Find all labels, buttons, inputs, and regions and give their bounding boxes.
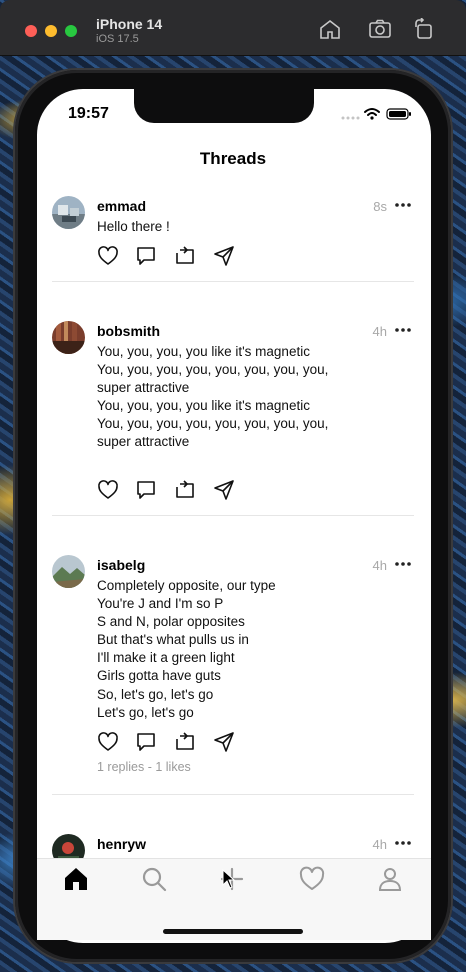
avatar[interactable] (52, 321, 85, 354)
send-icon[interactable] (213, 731, 235, 753)
battery-icon (386, 108, 411, 120)
post-username[interactable]: henryw (97, 836, 146, 852)
repost-icon[interactable] (174, 245, 196, 267)
home-icon[interactable] (318, 18, 342, 40)
heart-icon[interactable] (298, 865, 326, 893)
post-body: Hello there ! (97, 218, 397, 236)
status-icons (340, 107, 412, 121)
status-time: 19:57 (68, 105, 109, 122)
more-options-icon[interactable] (393, 321, 413, 339)
send-icon[interactable] (213, 479, 235, 501)
post-body: You, you, you, you like it's magnetic Yo… (97, 343, 397, 452)
post-line: Let's go, let's go (97, 704, 194, 720)
post-line: super attractive (97, 434, 190, 450)
home-indicator[interactable] (163, 929, 303, 934)
rotate-icon[interactable] (412, 17, 436, 40)
repost-icon[interactable] (174, 479, 196, 501)
post-line: You, you, you, you like it's magnetic (97, 344, 310, 359)
avatar[interactable] (52, 834, 85, 858)
close-window-button[interactable] (25, 25, 37, 37)
thread-post[interactable]: emmad 8s Hello there ! (37, 180, 431, 282)
thread-post[interactable]: henryw 4h (37, 818, 431, 858)
post-username[interactable]: emmad (97, 198, 146, 214)
post-username[interactable]: bobsmith (97, 323, 160, 339)
home-icon[interactable] (62, 865, 90, 893)
post-stats[interactable]: 1 replies - 1 likes (97, 760, 191, 774)
comment-icon[interactable] (135, 731, 157, 753)
heart-icon[interactable] (97, 245, 119, 267)
notch (134, 89, 314, 123)
device-name: iPhone 14 (96, 16, 163, 32)
heart-icon[interactable] (97, 479, 119, 501)
post-body: Completely opposite, our type You're J a… (97, 577, 397, 722)
wifi-icon (364, 108, 380, 116)
post-line: So, let's go, let's go (97, 686, 214, 702)
avatar[interactable] (52, 196, 85, 229)
post-line: You, you, you, you, you, you, you, you, (97, 362, 329, 378)
heart-icon[interactable] (97, 731, 119, 753)
comment-icon[interactable] (135, 245, 157, 267)
post-line: You, you, you, you like it's magnetic (97, 398, 310, 414)
post-username[interactable]: isabelg (97, 557, 145, 573)
repost-icon[interactable] (174, 731, 196, 753)
more-options-icon[interactable] (393, 834, 413, 852)
post-divider (52, 794, 414, 795)
post-divider (52, 515, 414, 516)
post-divider (52, 281, 414, 282)
thread-post[interactable]: bobsmith 4h You, you, you, you like it's… (37, 305, 431, 516)
minimize-window-button[interactable] (45, 25, 57, 37)
post-time: 8s (373, 199, 387, 214)
comment-icon[interactable] (135, 479, 157, 501)
post-line: You're J and I'm so P (97, 596, 224, 612)
zoom-window-button[interactable] (65, 25, 77, 37)
post-line: Completely opposite, our type (97, 578, 276, 593)
post-line: I'll make it a green light (97, 650, 235, 666)
search-icon[interactable] (140, 865, 168, 893)
send-icon[interactable] (213, 245, 235, 267)
more-options-icon[interactable] (393, 555, 413, 573)
signal-icon (341, 116, 360, 120)
mouse-cursor-icon (222, 868, 236, 889)
post-line: Hello there ! (97, 219, 170, 234)
more-options-icon[interactable] (393, 196, 413, 214)
post-time: 4h (372, 837, 387, 852)
post-time: 4h (372, 324, 387, 339)
post-line: super attractive (97, 380, 190, 396)
post-line: You, you, you, you, you, you, you, you, (97, 416, 329, 432)
post-line: Girls gotta have guts (97, 668, 221, 684)
threads-feed[interactable]: emmad 8s Hello there ! bobsmith 4h You, … (37, 180, 431, 858)
post-line: S and N, polar opposites (97, 614, 245, 630)
thread-post[interactable]: isabelg 4h Completely opposite, our type… (37, 539, 431, 795)
profile-icon[interactable] (376, 865, 404, 893)
simulator-title-bar: iPhone 14 iOS 17.5 (0, 0, 466, 56)
os-version: iOS 17.5 (96, 33, 139, 45)
post-line: But that's what pulls us in (97, 632, 249, 648)
post-time: 4h (372, 558, 387, 573)
page-title: Threads (199, 149, 267, 168)
screenshot-icon[interactable] (368, 18, 392, 40)
avatar[interactable] (52, 555, 85, 588)
